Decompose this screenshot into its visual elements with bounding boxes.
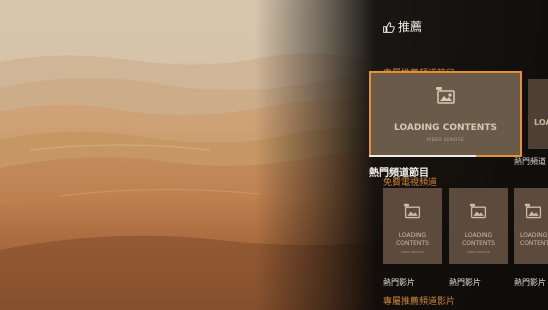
free-card-3[interactable]: LOADING CONTENTS xyxy=(514,188,548,264)
featured-card-2-label: LOA xyxy=(534,118,548,127)
watch-progress-bar xyxy=(369,155,476,157)
recommend-header: 推薦 xyxy=(382,20,422,34)
page-title: 推薦 xyxy=(398,20,423,34)
tv-home-screen: 推薦 專屬推薦頻道節目 LOADING CONTENTS VIDEO SERVI… xyxy=(0,0,548,310)
free-card-2-label-line1: LOADING xyxy=(464,232,493,239)
focus-highlight xyxy=(369,71,522,157)
image-placeholder-icon xyxy=(403,203,421,219)
free-card-2-caption: 熱門影片 xyxy=(449,278,481,287)
free-card-2-sub: VIDEO SERVICE xyxy=(466,250,491,254)
free-card-1-caption: 熱門影片 xyxy=(383,278,415,287)
section-title-free-tv: 免費電視頻道 xyxy=(383,178,438,188)
free-card-2[interactable]: LOADING CONTENTS VIDEO SERVICE xyxy=(449,188,508,264)
free-card-2-label-line2: CONTENTS xyxy=(462,240,495,247)
thumbs-up-icon xyxy=(383,21,395,33)
free-card-1-label-line2: CONTENTS xyxy=(396,240,429,247)
free-card-1[interactable]: LOADING CONTENTS VIDEO SERVICE xyxy=(383,188,442,264)
image-placeholder-icon xyxy=(469,203,487,219)
free-card-1-label-line1: LOADING xyxy=(398,232,427,239)
section-title-next-row: 專屬推薦頻道影片 xyxy=(383,297,456,307)
featured-card-2-caption: 熱門頻道 xyxy=(514,157,546,166)
free-card-3-label-line1: LOADING xyxy=(520,232,548,239)
image-placeholder-icon xyxy=(524,203,542,219)
free-card-3-caption: 熱門影片 xyxy=(514,278,546,287)
free-card-3-label-line2: CONTENTS xyxy=(520,240,548,247)
free-card-1-sub: VIDEO SERVICE xyxy=(400,250,425,254)
featured-card-2[interactable]: LOA xyxy=(528,79,548,149)
